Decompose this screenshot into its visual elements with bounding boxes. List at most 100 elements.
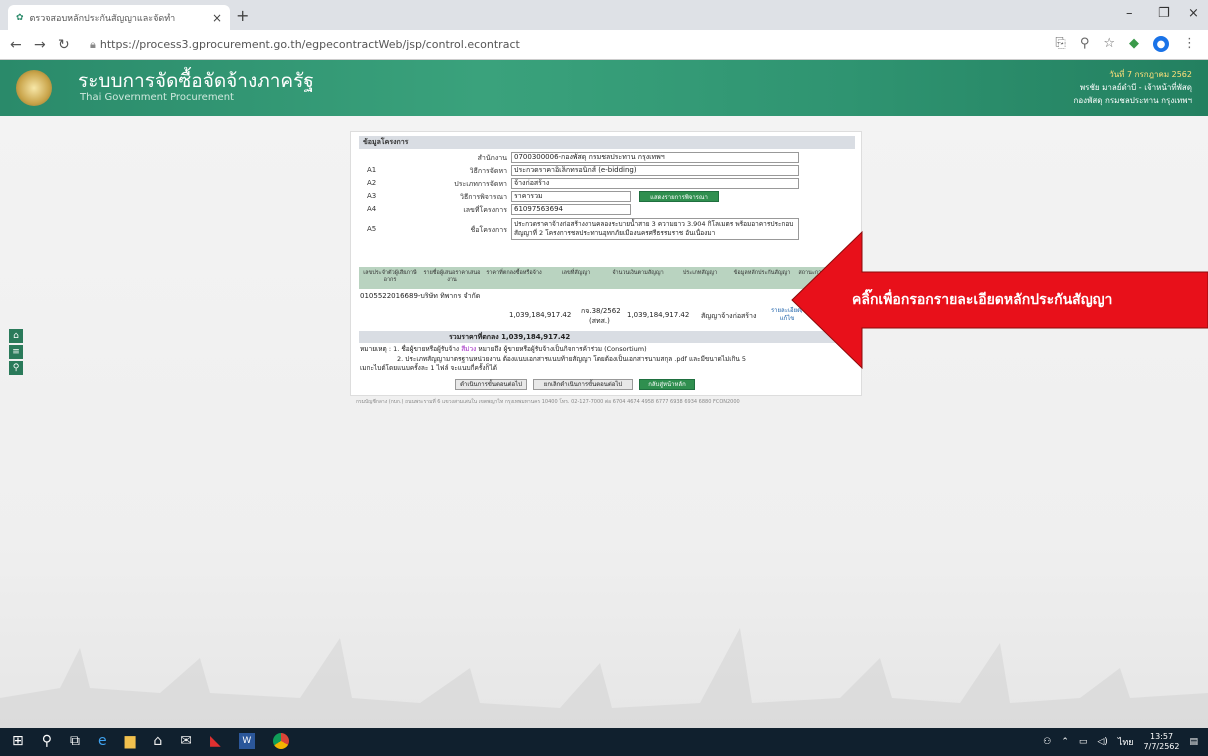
forward-arrow-icon[interactable]: → bbox=[34, 37, 46, 53]
procurement-type-field: จ้างก่อสร้าง bbox=[511, 178, 799, 189]
remark-1-highlight: สีม่วง bbox=[461, 345, 477, 353]
site-subtitle: Thai Government Procurement bbox=[80, 92, 234, 103]
chrome-icon[interactable] bbox=[272, 733, 289, 749]
translate-icon[interactable]: ⎘ bbox=[1055, 36, 1065, 52]
col-contract-no: เลขที่สัญญา bbox=[561, 270, 591, 276]
windows-taskbar: ⊞ ⚲ ⧉ e ▆ ⌂ ✉ ◣ W ⚇ ⌃ ▭ ◁) ไทย 13:57 7/7… bbox=[0, 728, 1208, 756]
col-contract-amount: จำนวนเงินตามสัญญา bbox=[612, 270, 664, 276]
contract-table-header: เลขประจำตัวผู้เสียภาษีอากร รายชื่อผู้เสน… bbox=[359, 267, 855, 289]
clock-date: 7/7/2562 bbox=[1143, 742, 1180, 751]
annotation-text: คลิ๊กเพื่อกรอกรายละเอียดหลักประกันสัญญา bbox=[852, 292, 1113, 308]
skyline-decoration bbox=[0, 628, 1208, 728]
menu-icon[interactable]: ≡ bbox=[9, 345, 23, 359]
language-indicator[interactable]: ไทย bbox=[1118, 735, 1134, 749]
remark-1: หมายเหตุ : 1. ชื่อผู้ขายหรือผู้รับจ้าง ส… bbox=[360, 345, 647, 354]
contract-amount: 1,039,184,917.42 bbox=[627, 311, 690, 319]
a4-label: เลขที่โครงการ bbox=[463, 206, 507, 214]
a5-label: ชื่อโครงการ bbox=[470, 226, 507, 234]
total-bar: รวมราคาที่ตกลง 1,039,184,917.42 bbox=[359, 331, 855, 343]
a3-code: A3 bbox=[367, 192, 377, 200]
a5-code: A5 bbox=[367, 225, 377, 233]
pdf-icon[interactable]: ◣ bbox=[210, 733, 221, 749]
browser-toolbar: ⎘ ⚲ ☆ ◆ ● ⋮ bbox=[1055, 36, 1196, 52]
main-content: ⌂ ≡ ⚲ ข้อมูลโครงการ สำนักงาน 0700300006-… bbox=[0, 116, 1208, 728]
remark-1-prefix: หมายเหตุ : 1. ชื่อผู้ขายหรือผู้รับจ้าง bbox=[360, 345, 460, 353]
remark-1-suffix: หมายถึง ผู้ขายหรือผู้รับจ้างเป็นกิจการค้… bbox=[478, 345, 647, 353]
people-icon[interactable]: ⚇ bbox=[1043, 737, 1051, 747]
close-window-button[interactable]: × bbox=[1188, 6, 1199, 21]
project-name-textarea[interactable]: ประกวดราคาจ้างก่อสร้างงานคลองระบายน้ำสาย… bbox=[511, 218, 799, 240]
user-name: พรชัย มาลย์ดำบี - เจ้าหน้าที่พัสดุ bbox=[1079, 83, 1192, 92]
system-tray: ⚇ ⌃ ▭ ◁) ไทย 13:57 7/7/2562 ▤ bbox=[1043, 732, 1198, 752]
a3-label: วิธีการพิจารณา bbox=[460, 193, 507, 201]
menu-dots-icon[interactable]: ⋮ bbox=[1183, 36, 1196, 52]
clock-time: 13:57 bbox=[1149, 732, 1174, 741]
contract-type: สัญญาจ้างก่อสร้าง bbox=[701, 312, 757, 320]
cancel-step-button[interactable]: ยกเลิกดำเนินการขั้นตอนต่อไป bbox=[533, 379, 633, 390]
word-icon[interactable]: W bbox=[238, 733, 255, 749]
restore-button[interactable]: ❐ bbox=[1158, 6, 1170, 21]
project-number-field: 61097563694 bbox=[511, 204, 631, 215]
store-icon[interactable]: ⌂ bbox=[153, 733, 162, 749]
agreed-price: 1,039,184,917.42 bbox=[509, 311, 572, 319]
tray-chevron-icon[interactable]: ⌃ bbox=[1061, 737, 1069, 747]
a2-label: ประเภทการจัดหา bbox=[454, 180, 507, 188]
contract-number-sub: (สทส.) bbox=[589, 317, 610, 325]
government-seal-logo bbox=[16, 70, 52, 106]
extension-icon[interactable]: ◆ bbox=[1129, 36, 1139, 52]
user-agency: กองพัสดุ กรมชลประทาน กรุงเทพฯ bbox=[1073, 96, 1192, 105]
home-icon[interactable]: ⌂ bbox=[9, 329, 23, 343]
zoom-icon[interactable]: ⚲ bbox=[1080, 36, 1090, 52]
site-header: ระบบการจัดซื้อจัดจ้างภาครัฐ Thai Governm… bbox=[0, 60, 1208, 116]
new-tab-button[interactable]: + bbox=[236, 6, 249, 25]
url-field[interactable]: 🔒︎ https://process3.gprocurement.go.th/eg… bbox=[90, 38, 520, 52]
a4-code: A4 bbox=[367, 205, 377, 213]
notifications-icon[interactable]: ▤ bbox=[1189, 737, 1198, 747]
col-agreed-price: ราคาที่ตกลงซื้อหรือจ้าง bbox=[486, 270, 542, 276]
search-icon[interactable]: ⚲ bbox=[42, 733, 52, 749]
remark-2: 2. ประเภทสัญญามาตรฐานหน่วยงาน ต้องแนบเอก… bbox=[397, 355, 747, 363]
search-icon[interactable]: ⚲ bbox=[9, 361, 23, 375]
browser-tab[interactable]: ✿ ตรวจสอบหลักประกันสัญญาและจัดทำ × bbox=[8, 5, 230, 30]
show-consideration-button[interactable]: แสดงรายการพิจารณา bbox=[639, 191, 719, 202]
col-taxid: เลขประจำตัวผู้เสียภาษีอากร bbox=[363, 270, 417, 283]
mail-icon[interactable]: ✉ bbox=[180, 733, 192, 749]
profile-avatar[interactable]: ● bbox=[1153, 36, 1169, 52]
consideration-method-field: ราคารวม bbox=[511, 191, 631, 202]
contract-panel: ข้อมูลโครงการ สำนักงาน 0700300006-กองพัส… bbox=[350, 131, 862, 396]
table-row: 1,039,184,917.42 กจ.38/2562 (สทส.) 1,039… bbox=[359, 304, 855, 328]
browser-tabstrip: ✿ ตรวจสอบหลักประกันสัญญาและจัดทำ × + – ❐… bbox=[0, 0, 1208, 30]
taskbar-icons: ⊞ ⚲ ⧉ e ▆ ⌂ ✉ ◣ W bbox=[12, 733, 289, 749]
agency-field: 0700300006-กองพัสดุ กรมชลประทาน กรุงเทพฯ bbox=[511, 152, 799, 163]
star-icon[interactable]: ☆ bbox=[1103, 36, 1115, 52]
user-date: วันที่ 7 กรกฎาคม 2562 bbox=[1109, 70, 1192, 79]
tab-close-icon[interactable]: × bbox=[212, 11, 222, 25]
company-name: 0105522016689-บริษัท ทิพากร จำกัด bbox=[360, 292, 481, 300]
clock[interactable]: 13:57 7/7/2562 bbox=[1144, 732, 1180, 752]
a1-code: A1 bbox=[367, 166, 377, 174]
task-view-icon[interactable]: ⧉ bbox=[70, 733, 80, 749]
url-text: https://process3.gprocurement.go.th/egpe… bbox=[99, 38, 520, 51]
tab-favicon-icon: ✿ bbox=[16, 12, 24, 23]
a1-label: วิธีการจัดหา bbox=[469, 167, 507, 175]
tab-title: ตรวจสอบหลักประกันสัญญาและจัดทำ bbox=[29, 13, 176, 24]
address-bar: ← → ↻ 🔒︎ https://process3.gprocurement.go… bbox=[0, 30, 1208, 60]
file-explorer-icon[interactable]: ▆ bbox=[125, 733, 136, 749]
user-info: วันที่ 7 กรกฎาคม 2562 พรชัย มาลย์ดำบี - … bbox=[1074, 68, 1192, 107]
lock-icon: 🔒︎ bbox=[90, 38, 96, 51]
network-icon[interactable]: ▭ bbox=[1079, 737, 1088, 747]
a2-code: A2 bbox=[367, 179, 377, 187]
agency-label: สำนักงาน bbox=[477, 154, 507, 162]
windows-start-icon[interactable]: ⊞ bbox=[12, 733, 24, 749]
edge-icon[interactable]: e bbox=[98, 733, 107, 749]
next-step-button[interactable]: ดำเนินการขั้นตอนต่อไป bbox=[455, 379, 527, 390]
reload-icon[interactable]: ↻ bbox=[58, 37, 70, 53]
procurement-method-field: ประกวดราคาอิเล็กทรอนิกส์ (e-bidding) bbox=[511, 165, 799, 176]
col-guarantee: ข้อมูลหลักประกันสัญญา bbox=[733, 270, 791, 276]
back-arrow-icon[interactable]: ← bbox=[10, 37, 22, 53]
volume-icon[interactable]: ◁) bbox=[1097, 737, 1107, 747]
minimize-button[interactable]: – bbox=[1126, 6, 1133, 21]
footer-text: กรมบัญชีกลาง (กบก.) ถนนพระรามที่ 6 แขวงส… bbox=[356, 399, 740, 405]
back-to-main-button[interactable]: กลับสู่หน้าหลัก bbox=[639, 379, 695, 390]
col-contract-type: ประเภทสัญญา bbox=[682, 270, 718, 276]
